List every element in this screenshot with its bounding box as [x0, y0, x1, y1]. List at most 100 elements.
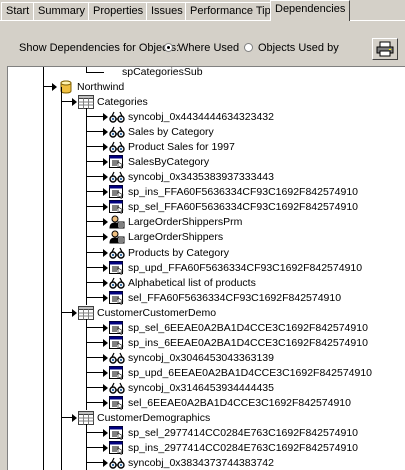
- tree-item-label: spCategoriesSub: [122, 66, 203, 78]
- tree-group-customerdemographics[interactable]: CustomerDemographics: [72, 410, 210, 425]
- expand-arrow-icon: [103, 278, 108, 287]
- tree-item[interactable]: sp_ins_6EEAE0A2BA1D4CCE3C1692F842574910: [103, 335, 368, 350]
- radio-dot-icon: [244, 43, 253, 52]
- tree-item-label: syncobj_0x3046453043363139: [128, 351, 274, 364]
- table-icon: [78, 410, 94, 425]
- tree-item[interactable]: LargeOrderShippers: [103, 229, 223, 244]
- objects-used-by-label: Objects Used by: [258, 42, 339, 54]
- tree-group-customercustomerdemo[interactable]: CustomerCustomerDemo: [72, 305, 216, 320]
- tree-item-label: SalesByCategory: [128, 155, 210, 168]
- tab-dependencies[interactable]: Dependencies: [270, 0, 351, 21]
- expand-arrow-icon: [72, 413, 77, 422]
- tree-item-label: LargeOrderShippers: [128, 230, 224, 243]
- tree-item[interactable]: syncobj_0x4434444634323432: [103, 109, 274, 124]
- radio-objects-used-by[interactable]: Objects Used by: [244, 42, 339, 54]
- tree-item-label: syncobj_0x3435383937333443: [128, 170, 274, 183]
- expand-arrow-icon: [103, 398, 108, 407]
- tree-item[interactable]: sp_sel_FFA60F5636334CF93C1692F842574910: [103, 199, 358, 214]
- tree-group-label: Categories: [97, 95, 148, 108]
- proc-icon: [109, 335, 125, 350]
- tree-item[interactable]: Products by Category: [103, 245, 229, 260]
- tree-line: [86, 146, 104, 147]
- view-icon: [109, 246, 125, 260]
- proc-icon: [109, 365, 125, 380]
- expand-arrow-icon: [72, 97, 77, 106]
- where-used-label: Where Used: [178, 42, 240, 54]
- tree-item-label: sel_6EEAE0A2BA1D4CCE3C1692F842574910: [128, 396, 351, 409]
- tree-item[interactable]: sp_sel_6EEAE0A2BA1D4CCE3C1692F842574910: [103, 320, 368, 335]
- table-icon: [78, 305, 94, 320]
- radio-where-used[interactable]: Where Used: [164, 42, 239, 54]
- proc-icon: [109, 199, 125, 214]
- tree-item[interactable]: syncobj_0x3146453934444435: [103, 380, 274, 395]
- tree-item[interactable]: sp_ins_2977414CC0284E763C1692F842574910: [103, 440, 358, 455]
- tree-line: [86, 236, 104, 237]
- tree-item[interactable]: syncobj_0x3435383937333443: [103, 169, 274, 184]
- tree-line: [86, 342, 104, 343]
- database-label: Northwind: [77, 80, 125, 93]
- expand-arrow-icon: [103, 248, 108, 257]
- expand-arrow-icon: [103, 353, 108, 362]
- tree-line: [86, 161, 104, 162]
- expand-arrow-icon: [103, 187, 108, 196]
- tab-start[interactable]: Start: [1, 2, 35, 21]
- tree-item[interactable]: Sales by Category: [103, 124, 214, 139]
- tree-item-label: Product Sales for 1997: [128, 140, 235, 153]
- proc-icon: [109, 425, 125, 440]
- tab-performance-tips[interactable]: Performance Tips: [185, 2, 282, 21]
- tree-item[interactable]: sp_ins_FFA60F5636334CF93C1692F842574910: [103, 184, 358, 199]
- view-icon: [109, 276, 125, 290]
- proc-icon: [103, 67, 119, 79]
- tree-line: [86, 357, 104, 358]
- tree-item[interactable]: sp_upd_FFA60F5636334CF93C1692F842574910: [103, 260, 362, 275]
- tab-properties[interactable]: Properties: [88, 2, 149, 21]
- tree-line: [86, 131, 104, 132]
- tree-item[interactable]: syncobj_0x3046453043363139: [103, 350, 274, 365]
- tree-line: [86, 252, 104, 253]
- tree-line: [86, 176, 104, 177]
- tree-item[interactable]: Alphabetical list of products: [103, 275, 256, 290]
- tree-item-label: sp_upd_FFA60F5636334CF93C1692F842574910: [128, 261, 363, 274]
- tab-issues[interactable]: Issues: [146, 2, 188, 21]
- expand-arrow-icon: [103, 368, 108, 377]
- tree-item[interactable]: sel_FFA60F5636334CF93C1692F842574910: [103, 290, 341, 305]
- tree-line: [86, 327, 104, 328]
- tree-item[interactable]: sel_6EEAE0A2BA1D4CCE3C1692F842574910: [103, 395, 351, 410]
- proc-icon: [109, 184, 125, 199]
- view-icon: [109, 140, 125, 154]
- tree-item[interactable]: syncobj_0x3834373744383742: [103, 455, 274, 470]
- dependency-tree[interactable]: spCategoriesSub Northwind Categories sync…: [7, 66, 405, 470]
- print-button[interactable]: [372, 38, 398, 60]
- tree-item[interactable]: SalesByCategory: [103, 154, 209, 169]
- tree-item[interactable]: Product Sales for 1997: [103, 139, 235, 154]
- tree-item[interactable]: sp_upd_6EEAE0A2BA1D4CCE3C1692F842574910: [103, 365, 372, 380]
- tree-item-database[interactable]: Northwind: [52, 79, 124, 94]
- tree-item-label: sp_upd_6EEAE0A2BA1D4CCE3C1692F842574910: [128, 366, 373, 379]
- tree-item-label: syncobj_0x3834373744383742: [128, 456, 274, 469]
- tree-item-top-partial[interactable]: spCategoriesSub: [103, 66, 203, 79]
- expand-arrow-icon: [103, 112, 108, 121]
- view-icon: [109, 125, 125, 139]
- tree-line: [86, 191, 104, 192]
- tree-item-label: Alphabetical list of products: [128, 276, 256, 289]
- tree-line: [86, 387, 104, 388]
- expand-arrow-icon: [103, 263, 108, 272]
- tree-item-label: sp_ins_6EEAE0A2BA1D4CCE3C1692F842574910: [128, 336, 368, 349]
- expand-arrow-icon: [103, 293, 108, 302]
- proc-icon: [109, 440, 125, 455]
- tree-group-label: CustomerCustomerDemo: [97, 306, 217, 319]
- tree-line: [86, 424, 87, 470]
- radio-dot-selected-icon: [164, 43, 173, 52]
- view-icon: [109, 110, 125, 124]
- tree-line: [86, 447, 104, 448]
- expand-arrow-icon: [103, 323, 108, 332]
- tab-summary[interactable]: Summary: [33, 2, 91, 21]
- tree-line: [86, 116, 104, 117]
- tree-line: [86, 267, 104, 268]
- tree-item[interactable]: LargeOrderShippersPrm: [103, 214, 242, 229]
- proc-icon: [109, 154, 125, 169]
- tree-group-categories[interactable]: Categories: [72, 94, 148, 109]
- tree-item-label: sp_ins_FFA60F5636334CF93C1692F842574910: [128, 185, 359, 198]
- expand-arrow-icon: [103, 217, 108, 226]
- tree-item[interactable]: sp_sel_2977414CC0284E763C1692F842574910: [103, 425, 358, 440]
